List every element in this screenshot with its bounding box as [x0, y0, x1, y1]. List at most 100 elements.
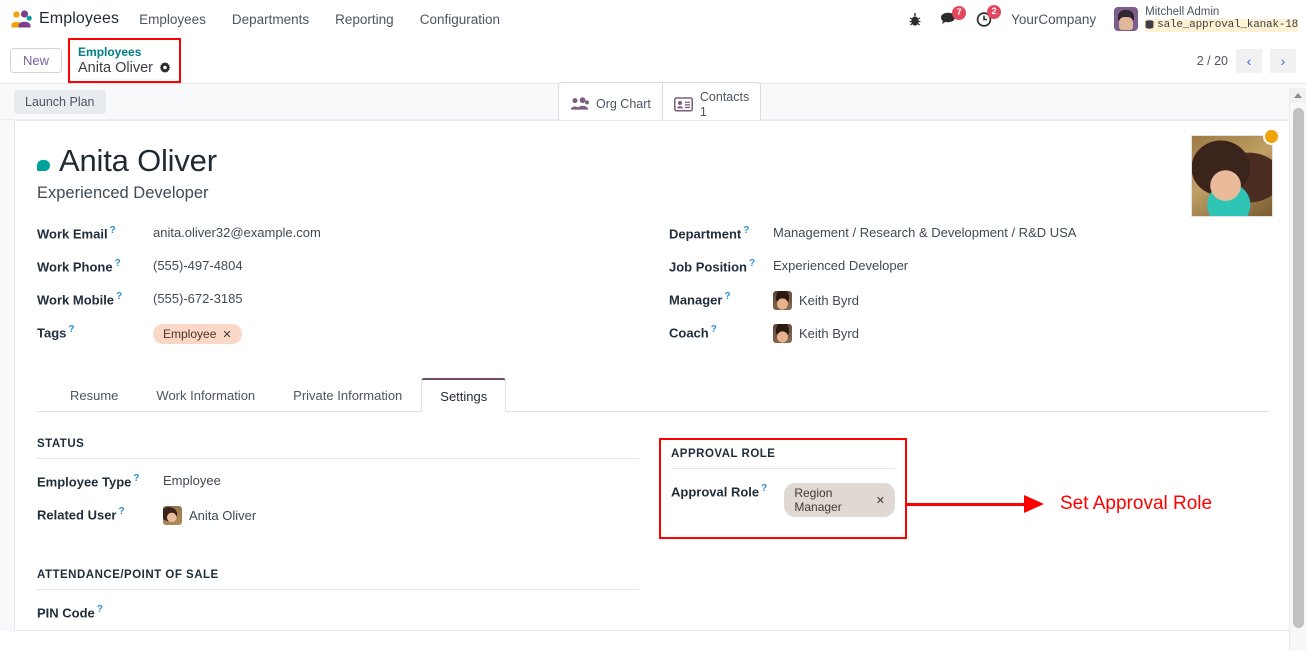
- chat-bubble-icon[interactable]: [37, 159, 50, 171]
- breadcrumb: Employees Anita Oliver: [68, 38, 181, 83]
- new-button[interactable]: New: [10, 48, 63, 73]
- database-label: sale_approval_kanak-18: [1157, 18, 1298, 31]
- field-approval-role: Approval Role? Region Manager ✕: [671, 483, 895, 517]
- messages-icon[interactable]: 7: [940, 5, 967, 27]
- field-employee-type-label: Employee Type: [37, 474, 132, 490]
- activities-clock-icon[interactable]: 2: [976, 5, 1002, 27]
- tab-resume[interactable]: Resume: [51, 378, 137, 412]
- field-job-position-value[interactable]: Experienced Developer: [773, 258, 908, 273]
- field-work-mobile-value[interactable]: (555)-672-3185: [153, 291, 243, 306]
- breadcrumb-parent-employees[interactable]: Employees: [78, 45, 171, 59]
- employee-name[interactable]: Anita Oliver: [59, 143, 217, 179]
- status-group-body: Employee Type? Employee Related User? An…: [37, 459, 653, 539]
- help-icon[interactable]: ?: [761, 483, 767, 494]
- field-pin-code-label: PIN Code: [37, 605, 95, 621]
- help-icon[interactable]: ?: [110, 225, 116, 236]
- help-icon[interactable]: ?: [133, 473, 139, 484]
- gear-icon[interactable]: [159, 62, 171, 74]
- org-chart-icon: [570, 97, 589, 110]
- company-switcher[interactable]: YourCompany: [1011, 12, 1096, 27]
- status-badge: [1263, 128, 1280, 145]
- help-icon[interactable]: ?: [97, 604, 103, 615]
- menu-item-departments[interactable]: Departments: [232, 12, 309, 27]
- navbar-right-tools: 7 2 YourCompany Mitchell Admin sale_appr…: [908, 4, 1298, 34]
- chevron-right-icon: ›: [1280, 52, 1286, 69]
- menu-item-employees[interactable]: Employees: [139, 12, 206, 27]
- close-icon[interactable]: ✕: [876, 494, 885, 507]
- employee-fields: Work Email? anita.oliver32@example.com W…: [37, 225, 1269, 357]
- user-menu[interactable]: Mitchell Admin sale_approval_kanak-18: [1114, 4, 1298, 34]
- field-work-phone: Work Phone? (555)-497-4804: [37, 258, 653, 291]
- help-icon[interactable]: ?: [749, 258, 755, 269]
- field-department-value[interactable]: Management / Research & Development / R&…: [773, 225, 1076, 240]
- approval-role-highlight-box: APPROVAL ROLE Approval Role? Region Mana…: [659, 438, 907, 539]
- field-manager: Manager? Keith Byrd: [669, 291, 1269, 324]
- field-department: Department? Management / Research & Deve…: [669, 225, 1269, 258]
- field-work-mobile-label: Work Mobile: [37, 292, 115, 308]
- stat-button-org-chart-label: Org Chart: [596, 97, 651, 111]
- help-icon[interactable]: ?: [115, 258, 121, 269]
- scroll-up-button[interactable]: [1290, 88, 1306, 103]
- field-coach-value[interactable]: Keith Byrd: [799, 326, 859, 341]
- pager-next-button[interactable]: ›: [1270, 48, 1296, 73]
- employee-fields-right: Department? Management / Research & Deve…: [653, 225, 1269, 357]
- record-pager: 2 / 20 ‹ ›: [1196, 48, 1296, 73]
- field-job-position-label: Job Position: [669, 259, 747, 275]
- field-related-user-value[interactable]: Anita Oliver: [189, 508, 256, 523]
- menu-item-reporting[interactable]: Reporting: [335, 12, 394, 27]
- help-icon[interactable]: ?: [118, 506, 124, 517]
- database-icon: [1145, 20, 1154, 29]
- stat-button-contacts-label: Contacts: [699, 90, 750, 104]
- help-icon[interactable]: ?: [724, 291, 730, 302]
- field-tags-label: Tags: [37, 325, 67, 341]
- field-manager-value[interactable]: Keith Byrd: [799, 293, 859, 308]
- group-title-attendance: ATTENDANCE/POINT OF SALE: [37, 569, 639, 590]
- menu-item-configuration[interactable]: Configuration: [420, 12, 500, 27]
- pager-previous-button[interactable]: ‹: [1236, 48, 1262, 73]
- field-related-user-label: Related User: [37, 507, 117, 523]
- field-manager-label: Manager: [669, 292, 723, 308]
- messages-badge: 7: [952, 5, 967, 20]
- avatar: [773, 324, 792, 343]
- employee-photo[interactable]: [1191, 135, 1273, 217]
- database-name: sale_approval_kanak-18: [1145, 18, 1298, 32]
- app-brand-label: Employees: [39, 10, 120, 27]
- employee-job-title[interactable]: Experienced Developer: [37, 184, 1269, 203]
- field-employee-type-value[interactable]: Employee: [163, 473, 221, 488]
- tab-settings[interactable]: Settings: [421, 378, 507, 412]
- scrollbar-thumb[interactable]: [1293, 108, 1304, 628]
- page-title: Anita Oliver: [37, 143, 1269, 179]
- settings-right-column: APPROVAL ROLE Approval Role? Region Mana…: [653, 438, 1269, 637]
- employee-fields-left: Work Email? anita.oliver32@example.com W…: [37, 225, 653, 357]
- scroll-up-arrow-icon: [1294, 93, 1302, 98]
- employee-form-sheet: Anita Oliver Experienced Developer Work …: [14, 120, 1292, 631]
- tag-approval-role[interactable]: Region Manager ✕: [784, 483, 895, 517]
- main-menu: Employees Departments Reporting Configur…: [139, 12, 500, 27]
- app-brand[interactable]: Employees: [10, 10, 119, 28]
- close-icon[interactable]: ✕: [222, 328, 231, 341]
- field-pin-code: PIN Code?: [37, 604, 653, 637]
- form-sheet-background: Anita Oliver Experienced Developer Work …: [0, 120, 1306, 631]
- help-icon[interactable]: ?: [116, 291, 122, 302]
- field-work-phone-value[interactable]: (555)-497-4804: [153, 258, 243, 273]
- employee-photo-wrapper[interactable]: [1191, 128, 1280, 217]
- user-name: Mitchell Admin: [1145, 5, 1220, 18]
- tag-employee[interactable]: Employee ✕: [153, 324, 242, 344]
- breadcrumb-current-record: Anita Oliver: [78, 60, 171, 77]
- chevron-left-icon: ‹: [1246, 52, 1252, 69]
- breadcrumb-record-name: Anita Oliver: [78, 59, 153, 76]
- help-icon[interactable]: ?: [68, 324, 74, 335]
- bug-icon[interactable]: [908, 12, 922, 27]
- launch-plan-button[interactable]: Launch Plan: [14, 89, 106, 114]
- vertical-scrollbar[interactable]: [1289, 88, 1306, 651]
- field-tags: Tags? Employee ✕: [37, 324, 653, 357]
- employees-app-icon: [10, 10, 32, 28]
- tab-work-information[interactable]: Work Information: [137, 378, 274, 412]
- field-work-email-value[interactable]: anita.oliver32@example.com: [153, 225, 321, 240]
- tab-private-information[interactable]: Private Information: [274, 378, 421, 412]
- tag-employee-label: Employee: [163, 327, 217, 341]
- help-icon[interactable]: ?: [711, 324, 717, 335]
- pager-counter: 2 / 20: [1196, 53, 1228, 68]
- help-icon[interactable]: ?: [743, 225, 749, 236]
